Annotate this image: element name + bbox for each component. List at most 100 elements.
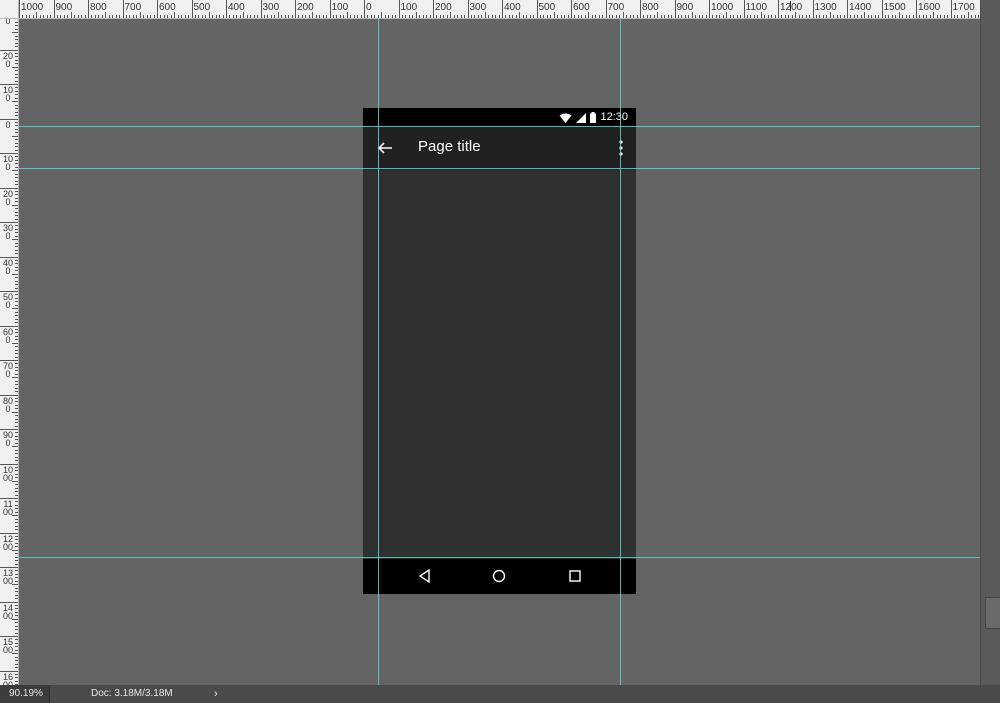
ruler-label: 1000 <box>711 2 734 13</box>
ruler-minor-tick <box>15 121 18 123</box>
ruler-minor-tick <box>15 373 18 375</box>
page-content <box>363 170 636 559</box>
ruler-minor-tick <box>508 15 510 18</box>
ruler-minor-tick <box>15 184 18 186</box>
ruler-minor-tick <box>498 15 500 18</box>
ruler-minor-tick <box>15 332 18 334</box>
nav-recents-square-icon[interactable] <box>567 568 583 584</box>
ruler-minor-tick <box>146 15 148 18</box>
ruler-minor-tick <box>232 15 234 18</box>
ruler-minor-tick <box>653 15 655 18</box>
ruler-label: 100 <box>331 2 349 13</box>
ruler-minor-tick <box>15 422 18 424</box>
scrollbar-handle[interactable] <box>985 597 1000 629</box>
ruler-minor-tick <box>15 163 18 165</box>
ruler-minor-tick <box>15 539 18 541</box>
ruler-minor-tick <box>412 15 414 18</box>
ruler-minor-tick <box>15 615 18 617</box>
horizontal-guide[interactable] <box>19 168 980 169</box>
ruler-minor-tick <box>60 15 62 18</box>
ruler-minor-tick <box>750 15 752 18</box>
ruler-minor-tick <box>15 94 18 96</box>
ruler-minor-tick <box>15 560 18 562</box>
ruler-minor-tick <box>257 15 259 18</box>
ruler-major-tick <box>19 0 20 18</box>
horizontal-guide[interactable] <box>19 126 980 127</box>
ruler-minor-tick <box>381 12 383 18</box>
vertical-ruler[interactable]: 0 200 100 0 100 200 300 400 500 600 700 800 900 1000 1… <box>0 18 19 685</box>
nav-back-triangle-icon[interactable] <box>417 568 433 584</box>
ruler-minor-tick <box>15 477 18 479</box>
ruler-minor-tick <box>781 15 783 18</box>
ruler-minor-tick <box>15 622 18 624</box>
ruler-minor-tick <box>415 12 417 18</box>
horizontal-ruler[interactable]: 1000 900 800 700 600 500 400 300 200 100 0 100 200 30… <box>0 0 980 19</box>
horizontal-guide[interactable] <box>19 557 980 558</box>
ruler-minor-tick <box>702 15 704 18</box>
more-vert-icon[interactable] <box>618 137 624 159</box>
ruler-major-tick <box>364 0 365 18</box>
ruler-minor-tick <box>12 515 18 517</box>
vertical-guide[interactable] <box>378 19 379 685</box>
ruler-minor-tick <box>15 432 18 434</box>
ruler-label: 0 <box>5 119 11 130</box>
ruler-minor-tick <box>15 322 18 324</box>
ruler-minor-tick <box>519 12 521 18</box>
ruler-minor-tick <box>12 204 18 206</box>
ruler-minor-tick <box>108 15 110 18</box>
right-panel-edge <box>980 0 1000 685</box>
ruler-minor-tick <box>15 673 18 675</box>
ruler-minor-tick <box>15 646 18 648</box>
battery-icon <box>590 112 596 123</box>
ruler-minor-tick <box>15 249 18 251</box>
ruler-minor-tick <box>615 15 617 18</box>
ruler-minor-tick <box>215 15 217 18</box>
ruler-minor-tick <box>36 12 38 18</box>
nav-home-circle-icon[interactable] <box>491 568 507 584</box>
ruler-minor-tick <box>926 15 928 18</box>
zoom-level[interactable]: 90.19% <box>0 685 50 703</box>
ruler-minor-tick <box>826 15 828 18</box>
ruler-minor-tick <box>912 15 914 18</box>
ruler-major-tick <box>950 0 952 18</box>
ruler-minor-tick <box>374 15 376 18</box>
ruler-minor-tick <box>477 15 479 18</box>
ruler-label: 100 <box>3 154 14 172</box>
ruler-minor-tick <box>784 15 786 18</box>
ruler-major-tick <box>674 0 676 18</box>
navigation-bar <box>363 559 636 594</box>
ruler-major-tick <box>260 0 262 18</box>
ruler-minor-tick <box>246 15 248 18</box>
ruler-minor-tick <box>46 15 48 18</box>
ruler-minor-tick <box>308 15 310 18</box>
ruler-minor-tick <box>12 101 18 103</box>
ruler-minor-tick <box>15 294 18 296</box>
ruler-minor-tick <box>143 15 145 18</box>
ruler-minor-tick <box>15 535 18 537</box>
ruler-label: 1200 <box>3 533 14 552</box>
ruler-minor-tick <box>15 466 18 468</box>
ruler-label: 1200 <box>780 2 803 13</box>
ruler-corner[interactable] <box>0 0 19 19</box>
document-canvas[interactable]: 12:30 Page title <box>19 19 980 685</box>
ruler-minor-tick <box>971 15 973 18</box>
expand-arrow-icon[interactable]: › <box>214 685 218 703</box>
ruler-minor-tick <box>277 12 279 18</box>
ruler-label: 1000 <box>3 464 14 483</box>
ruler-minor-tick <box>12 239 18 241</box>
ruler-minor-tick <box>15 42 18 44</box>
ruler-minor-tick <box>15 52 18 54</box>
ruler-minor-tick <box>426 15 428 18</box>
ruler-label: 1000 <box>21 2 44 13</box>
ruler-label: 300 <box>469 2 487 13</box>
ruler-minor-tick <box>550 15 552 18</box>
ruler-minor-tick <box>15 35 18 37</box>
vertical-guide[interactable] <box>620 19 621 685</box>
ruler-minor-tick <box>15 501 18 503</box>
ruler-minor-tick <box>263 15 265 18</box>
ruler-minor-tick <box>553 12 555 18</box>
ruler-minor-tick <box>771 15 773 18</box>
ruler-label: 900 <box>55 2 73 13</box>
ruler-minor-tick <box>922 15 924 18</box>
ruler-minor-tick <box>15 311 18 313</box>
